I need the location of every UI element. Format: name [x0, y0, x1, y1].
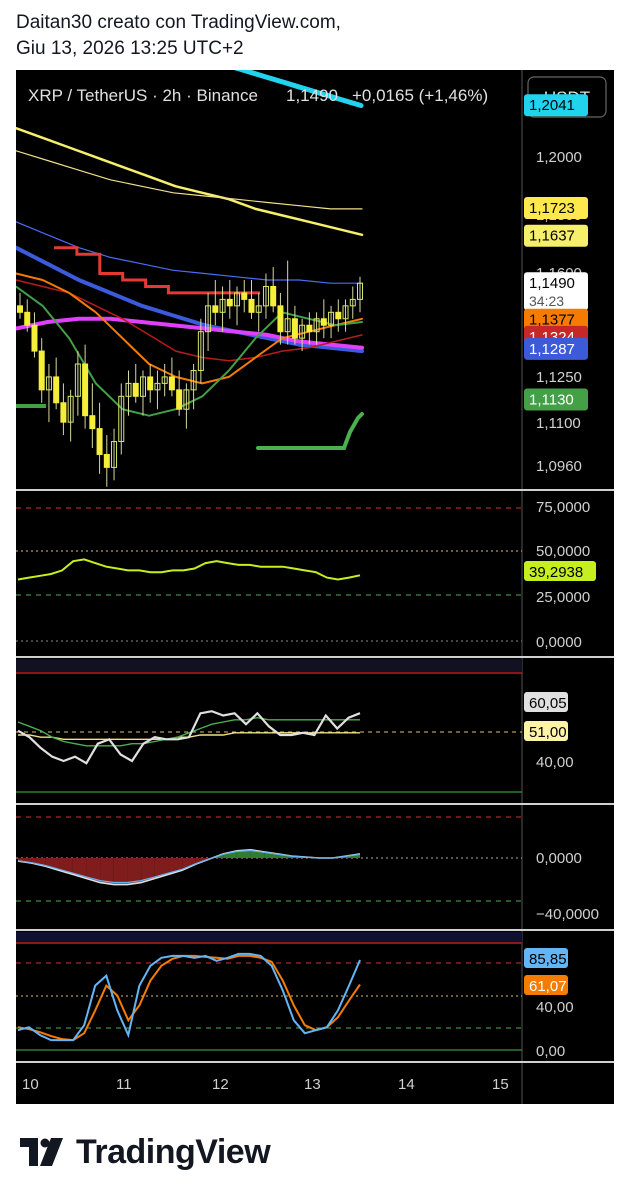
price-label-text: 1,1723: [529, 200, 575, 217]
candle-body: [212, 305, 219, 313]
time-tick-13: 13: [304, 1076, 321, 1093]
price-overlays: [16, 70, 364, 417]
chart-frame[interactable]: XRP / TetherUS · 2h · Binance 1,1490 +0,…: [16, 70, 614, 1104]
candle-body: [320, 318, 327, 326]
indicator-4-series: [17, 954, 361, 1042]
candle-body: [176, 389, 183, 410]
time-axis: 10 11 12 13 14 15: [22, 1076, 509, 1093]
overlay-magenta: [16, 316, 364, 350]
green-stub: [16, 404, 46, 408]
price-label-text: 1,1637: [529, 228, 575, 245]
price-tick-label: 1,1100: [536, 415, 581, 432]
indicator-4-axis: 85,85 61,07 40,00 0,00: [524, 948, 574, 1060]
candle-body: [31, 324, 38, 352]
indicator-2-series: [17, 716, 360, 747]
price-tick-label: 1,1250: [536, 369, 582, 386]
indicator-4-top-band: [16, 932, 522, 944]
price-label-text: 1,1287: [529, 341, 575, 358]
indicator-1-tick: 0,0000: [536, 634, 582, 651]
time-tick-14: 14: [398, 1076, 415, 1093]
indicator-2-tick: 40,00: [536, 754, 574, 771]
price-tick-label: 1,2000: [536, 149, 582, 166]
price-label-text: 1,1130: [529, 392, 574, 409]
indicator-2-value-mid: 51,00: [529, 724, 567, 741]
price-tick-label: 1,0960: [536, 458, 582, 475]
candle-body: [103, 453, 110, 468]
time-tick-12: 12: [212, 1076, 229, 1093]
candle-body: [132, 382, 139, 397]
chart-header: Daitan30 creato con TradingView.com, Giu…: [16, 10, 341, 62]
indicator-1-tick: 50,0000: [536, 543, 590, 560]
indicator-2-series: [17, 710, 361, 765]
candle-body: [60, 402, 67, 423]
time-tick-15: 15: [492, 1076, 509, 1093]
price-label-text: 1,2041: [529, 97, 575, 114]
timestamp-line: Giu 13, 2026 13:25 UTC+2: [16, 38, 244, 59]
symbol-change: +0,0165 (+1,46%): [352, 86, 488, 105]
candle-body: [89, 415, 96, 430]
candle-body: [168, 376, 175, 391]
indicator-2-top-band: [16, 659, 522, 672]
chart-svg[interactable]: XRP / TetherUS · 2h · Binance 1,1490 +0,…: [16, 70, 614, 1104]
symbol-price: 1,1490: [286, 86, 338, 105]
indicator-4-value-blue: 85,85: [529, 951, 567, 968]
symbol-readout: XRP / TetherUS · 2h · Binance 1,1490 +0,…: [28, 86, 488, 105]
candle-body: [226, 298, 233, 307]
tradingview-logo-text: TradingView: [76, 1132, 271, 1171]
time-tick-11: 11: [116, 1076, 132, 1093]
tradingview-logo[interactable]: TradingView: [20, 1132, 271, 1172]
indicator-1-plot: [17, 558, 361, 581]
price-labels: 1,20411,17231,16371,149034:231,13771,132…: [524, 94, 588, 411]
candle-body: [270, 285, 277, 307]
indicator-3-tick: −40,0000: [536, 906, 599, 923]
indicator-3-area-segment: [113, 858, 128, 885]
symbol-title: XRP / TetherUS · 2h · Binance: [28, 86, 258, 105]
price-label-countdown: 34:23: [529, 293, 564, 309]
candle-body: [306, 324, 313, 333]
candle-body: [53, 376, 60, 404]
green-support-path: [256, 412, 364, 450]
indicator-4-tick: 0,00: [536, 1043, 565, 1060]
indicator-2-axis: 60,05 51,00 40,00: [524, 692, 574, 771]
candle-body: [335, 311, 342, 320]
overlay-pale-yellow: [16, 150, 363, 210]
indicator-1-guides: [16, 507, 522, 642]
indicator-3-axis: 0,0000 −40,0000: [536, 850, 599, 923]
candle-body: [17, 305, 23, 313]
indicator-1-line: [17, 558, 361, 581]
indicator-1-tick: 25,0000: [536, 589, 590, 606]
indicator-3-tick: 0,0000: [536, 850, 582, 867]
candle-body: [147, 376, 154, 391]
tradingview-logo-icon: [20, 1138, 63, 1166]
indicator-4-guides: [16, 932, 522, 1051]
indicator-1-tick: 75,0000: [536, 499, 590, 516]
candle-body: [82, 363, 89, 417]
indicator-2-value-top: 60,05: [529, 695, 567, 712]
time-tick-10: 10: [22, 1076, 39, 1093]
indicator-4-tick: 40,00: [536, 999, 574, 1016]
indicator-2-plot: [17, 710, 361, 765]
author-line: Daitan30 creato con TradingView.com,: [16, 12, 341, 33]
indicator-4-value-orange: 61,07: [529, 978, 567, 995]
candle-body: [24, 311, 31, 326]
indicator-4-plot: [17, 952, 361, 1042]
candle-body: [277, 305, 284, 333]
overlay-yellow: [16, 126, 364, 237]
candle-body: [291, 318, 298, 339]
candle-body: [38, 350, 45, 391]
price-candles: [17, 260, 363, 487]
indicator-1-value-label: 39,2938: [529, 564, 583, 581]
indicator-1-axis: 75,0000 50,0000 25,0000 0,0000 39,2938: [524, 499, 596, 651]
price-label-text: 1,1490: [529, 275, 575, 292]
candle-body: [241, 292, 248, 300]
panel-structure: [16, 70, 614, 1104]
overlay-red-step: [54, 246, 260, 295]
candle-body: [248, 298, 255, 313]
candle-body: [96, 428, 103, 455]
indicator-3-plot: [17, 848, 361, 886]
